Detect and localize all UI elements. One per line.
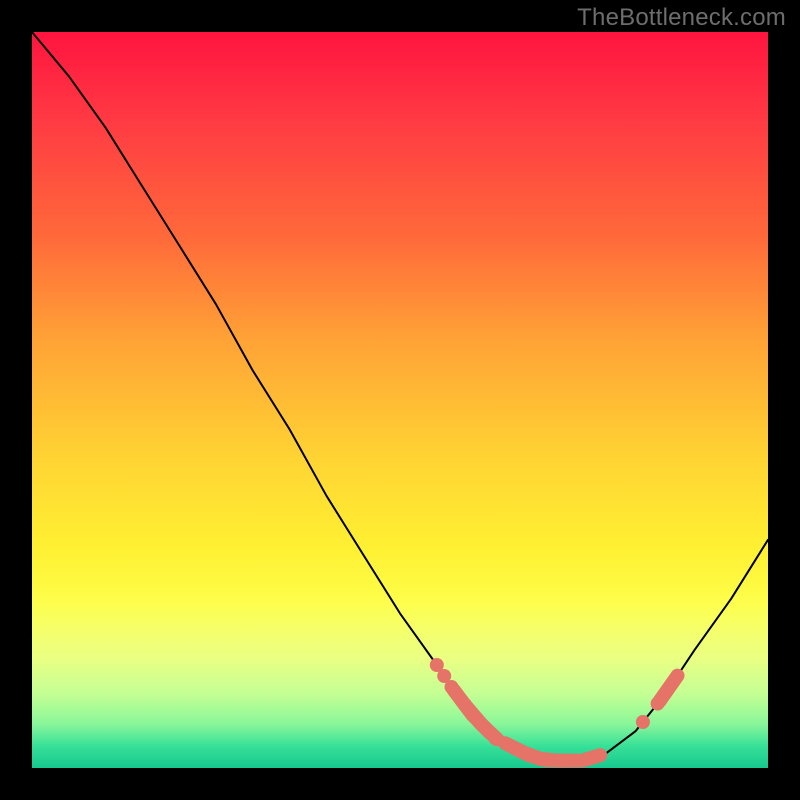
marker-dot: [636, 715, 650, 729]
curve-svg: [32, 32, 768, 768]
chart-frame: TheBottleneck.com: [0, 0, 800, 800]
bottleneck-curve: [32, 32, 768, 761]
marker-pill: [583, 755, 601, 760]
marker-layer: [430, 658, 678, 761]
attribution-text: TheBottleneck.com: [577, 4, 786, 32]
marker-pill: [660, 676, 678, 701]
plot-area: [32, 32, 768, 768]
